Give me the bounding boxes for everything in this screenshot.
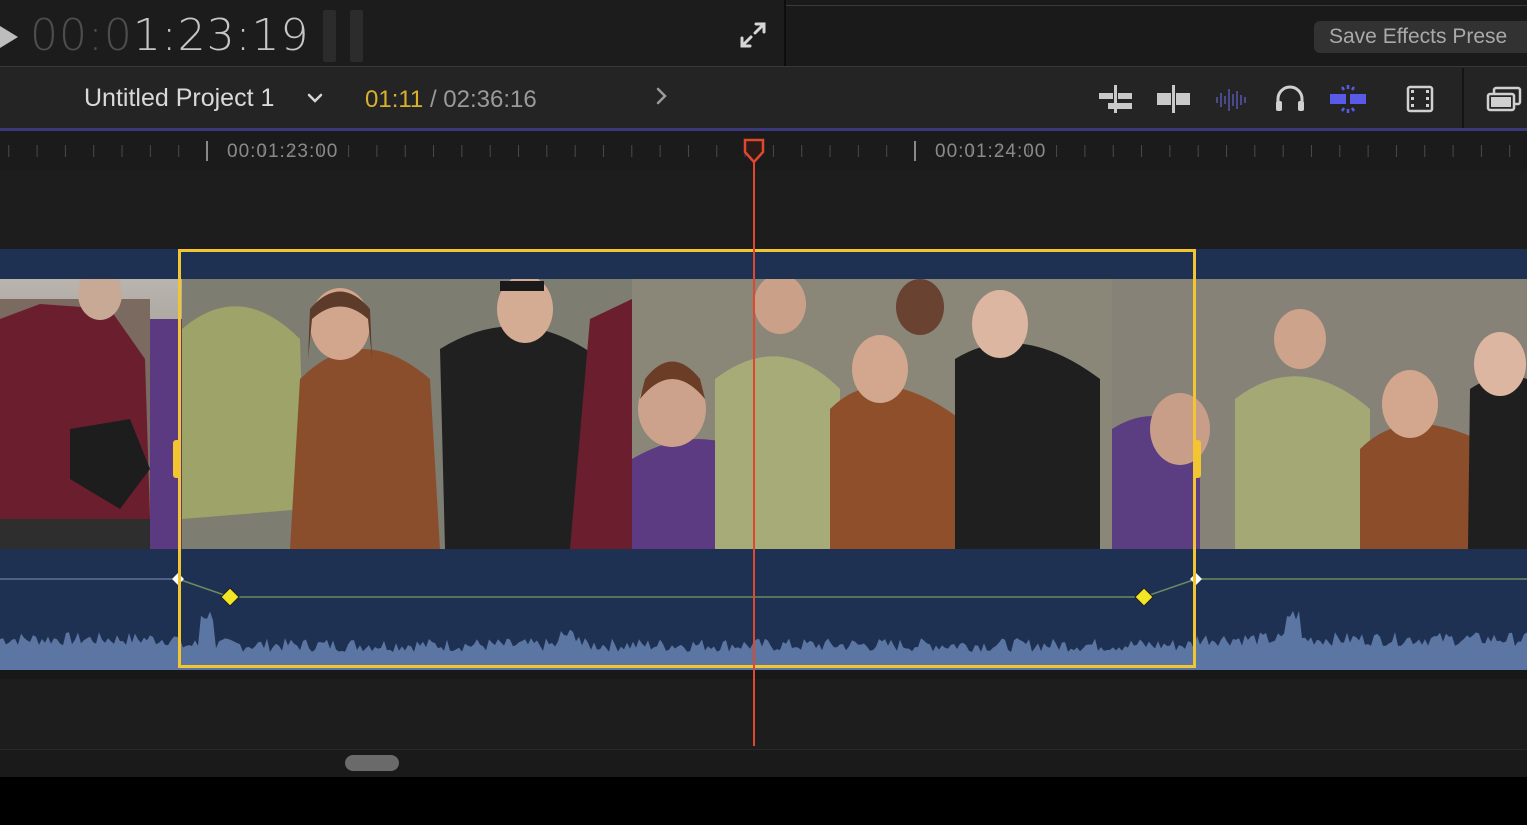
clip-thumbnail <box>0 279 182 549</box>
audio-meter-left <box>323 10 336 62</box>
clip-thumbnail <box>1112 279 1527 549</box>
clip-thumbnail <box>182 279 632 549</box>
viewer-timecode[interactable]: 00:01:23:19 <box>30 10 309 61</box>
save-effects-preset-button[interactable]: Save Effects Prese <box>1314 21 1527 53</box>
toolbar-divider <box>1462 68 1464 128</box>
inspector-top-edge <box>786 0 1527 6</box>
fade-handle-end[interactable] <box>1190 573 1202 585</box>
trim-handle-left[interactable] <box>173 440 181 478</box>
current-position-timecode: 01:11 <box>365 86 424 113</box>
waveform-shape <box>0 610 1527 670</box>
project-duration-timecode: 02:36:16 <box>443 86 537 113</box>
timeline-horizontal-scrollbar[interactable] <box>0 749 1527 777</box>
snapping-icon[interactable] <box>1328 83 1368 115</box>
fullscreen-expand-icon[interactable] <box>738 20 768 50</box>
chevron-right-icon[interactable] <box>654 86 670 106</box>
volume-keyframe-line[interactable] <box>177 578 1527 598</box>
play-button[interactable] <box>0 26 18 48</box>
ruler-label: 00:01:24:00 <box>935 141 1047 162</box>
clip-split-icon[interactable] <box>1154 83 1194 115</box>
position-separator: / <box>423 86 444 113</box>
filmstrip-icon[interactable] <box>1400 83 1440 115</box>
playhead-marker-icon[interactable] <box>743 138 765 164</box>
trim-handle-right[interactable] <box>1193 440 1201 478</box>
project-title[interactable]: Untitled Project 1 <box>84 84 274 113</box>
scrollbar-thumb[interactable] <box>345 755 399 771</box>
fade-handle-start[interactable] <box>172 573 184 585</box>
window-bottom-edge <box>0 777 1527 825</box>
audio-waveform[interactable] <box>0 550 1527 670</box>
volume-keyframe[interactable] <box>1134 587 1154 607</box>
clip-appearance-icon[interactable] <box>1484 83 1524 115</box>
timecode-active-digits: 1:23:19 <box>132 10 310 61</box>
timecode-leading-digits: 00:0 <box>30 10 133 61</box>
clip-band-shadow <box>0 669 1527 679</box>
audio-waveform-icon[interactable] <box>1212 83 1252 115</box>
clip-filmstrip-thumbnails[interactable] <box>0 279 1527 549</box>
clip-thumbnail <box>632 279 1112 549</box>
timeline-position: 01:11 / 02:36:16 <box>365 86 537 114</box>
audio-meters[interactable] <box>323 10 365 62</box>
audio-meter-right <box>350 10 363 62</box>
clip-connect-icon[interactable] <box>1096 83 1136 115</box>
ruler-label: 00:01:23:00 <box>227 141 339 162</box>
chevron-down-icon[interactable] <box>306 89 324 107</box>
playhead-line[interactable] <box>753 148 755 746</box>
headphones-icon[interactable] <box>1270 83 1310 115</box>
volume-keyframe[interactable] <box>220 587 240 607</box>
